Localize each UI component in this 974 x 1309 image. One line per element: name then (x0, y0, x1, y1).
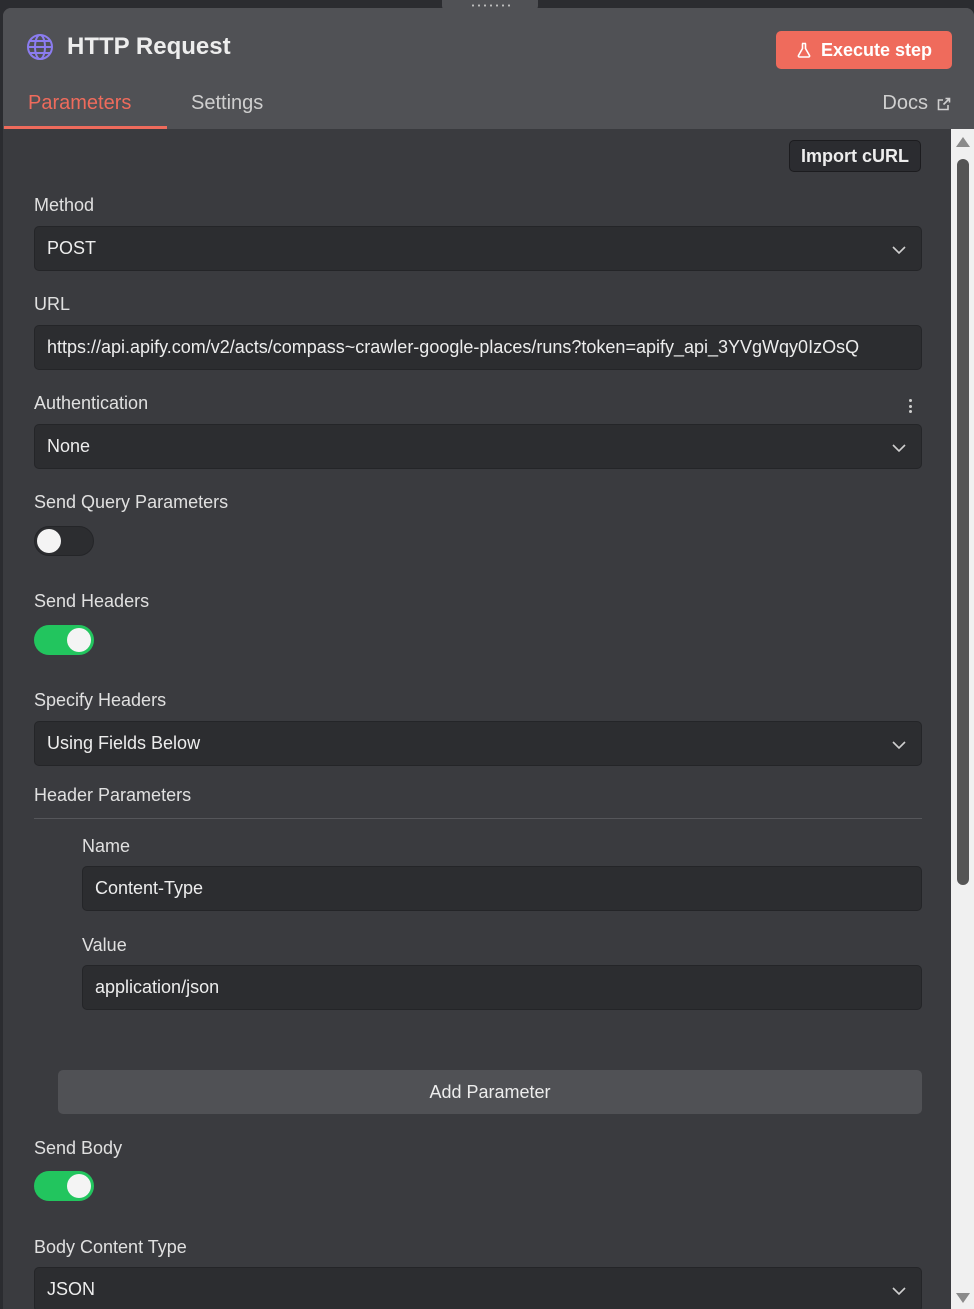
chevron-down-icon (892, 741, 906, 750)
method-select[interactable]: POST (34, 226, 922, 271)
toggle-knob (37, 529, 61, 553)
parameters-content: Import cURL Method POST URL https://api.… (3, 129, 951, 1309)
tab-settings[interactable]: Settings (191, 92, 263, 115)
specify-headers-select[interactable]: Using Fields Below (34, 721, 922, 766)
chevron-down-icon (892, 444, 906, 453)
authentication-label: Authentication (34, 393, 149, 413)
node-title: HTTP Request (67, 33, 231, 60)
specify-headers-label: Specify Headers (34, 690, 167, 710)
docs-label: Docs (882, 92, 928, 114)
execute-step-button[interactable]: Execute step (776, 31, 952, 69)
import-curl-button[interactable]: Import cURL (789, 140, 921, 172)
add-parameter-button[interactable]: Add Parameter (58, 1070, 922, 1114)
header-value-label: Value (82, 935, 127, 955)
specify-headers-value: Using Fields Below (47, 733, 201, 753)
send-headers-label: Send Headers (34, 591, 150, 611)
send-body-toggle[interactable] (34, 1171, 94, 1201)
node-details-panel: HTTP Request Execute step Parameters Set… (3, 8, 974, 1309)
method-label: Method (34, 195, 95, 215)
flask-icon (797, 42, 811, 58)
header-value-value: application/json (95, 977, 220, 997)
chevron-down-icon (892, 246, 906, 255)
chevron-down-icon (892, 1287, 906, 1296)
vertical-scrollbar[interactable] (951, 129, 974, 1309)
toggle-knob (67, 628, 91, 652)
tab-parameters[interactable]: Parameters (28, 92, 131, 115)
execute-step-label: Execute step (820, 39, 933, 60)
scroll-down-arrow-icon[interactable] (956, 1293, 970, 1303)
scroll-up-arrow-icon[interactable] (956, 137, 970, 147)
body-content-type-label: Body Content Type (34, 1237, 187, 1257)
external-link-icon (937, 97, 951, 110)
header-parameters-label: Header Parameters (34, 785, 192, 805)
url-input[interactable]: https://api.apify.com/v2/acts/compass~cr… (34, 325, 922, 370)
globe-icon (27, 34, 53, 60)
method-value: POST (47, 238, 97, 258)
send-query-parameters-label: Send Query Parameters (34, 492, 229, 512)
url-label: URL (34, 294, 71, 314)
scrollbar-thumb[interactable] (957, 159, 969, 885)
body-content-type-select[interactable]: JSON (34, 1267, 922, 1309)
body-content-type-value: JSON (47, 1279, 96, 1299)
docs-link[interactable]: Docs (882, 92, 952, 115)
header-value-input[interactable]: application/json (82, 965, 922, 1010)
send-headers-toggle[interactable] (34, 625, 94, 655)
toggle-knob (67, 1174, 91, 1198)
authentication-select[interactable]: None (34, 424, 922, 469)
header-name-value: Content-Type (95, 878, 204, 898)
panel-header: HTTP Request Execute step Parameters Set… (3, 8, 974, 129)
send-query-parameters-toggle[interactable] (34, 526, 94, 556)
authentication-value: None (47, 436, 91, 456)
section-divider (34, 818, 922, 819)
send-body-label: Send Body (34, 1138, 123, 1158)
header-name-label: Name (82, 836, 131, 856)
url-value: https://api.apify.com/v2/acts/compass~cr… (47, 337, 860, 357)
options-menu-icon[interactable] (907, 397, 913, 415)
header-name-input[interactable]: Content-Type (82, 866, 922, 911)
